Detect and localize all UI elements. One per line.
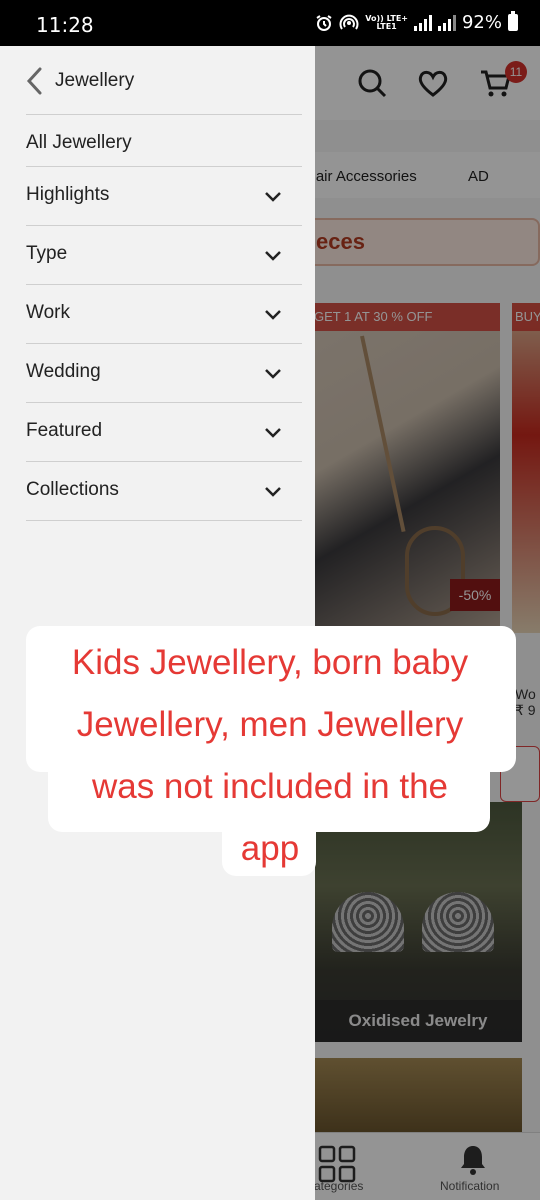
divider (26, 461, 302, 462)
chevron-down-icon (265, 310, 281, 320)
status-bar: 11:28 Vo)) LTE+ LTE1 92% (0, 0, 540, 46)
menu-item-label: All Jewellery (26, 132, 132, 153)
chevron-down-icon (265, 251, 281, 261)
menu-item-work[interactable]: Work (0, 286, 315, 344)
drawer-title: Jewellery (55, 70, 135, 91)
navigation-drawer: Jewellery All Jewellery Highlights Type … (0, 46, 315, 1200)
chevron-down-icon (265, 192, 281, 202)
chevron-down-icon (265, 487, 281, 497)
menu-item-label: Type (26, 243, 68, 264)
status-icons: Vo)) LTE+ LTE1 92% (315, 11, 518, 33)
menu-item-wedding[interactable]: Wedding (0, 345, 315, 403)
menu-item-label: Work (26, 302, 70, 323)
menu-item-collections[interactable]: Collections (0, 463, 315, 521)
chevron-down-icon (265, 369, 281, 379)
signal-icon-1 (413, 14, 432, 31)
divider (26, 284, 302, 285)
menu-item-label: Collections (26, 479, 119, 500)
divider (26, 520, 302, 521)
signal-icon-2 (437, 14, 456, 31)
volte-label: Vo)) LTE+ LTE1 (365, 13, 408, 31)
divider (26, 166, 302, 167)
menu-item-label: Wedding (26, 361, 101, 382)
annotation-line-3: was not included in the (91, 767, 449, 806)
menu-item-label: Highlights (26, 184, 110, 205)
menu-item-highlights[interactable]: Highlights (0, 168, 315, 226)
annotation-line-4: app (240, 829, 300, 868)
divider (26, 343, 302, 344)
status-time: 11:28 (36, 13, 94, 37)
menu-item-label: Featured (26, 420, 103, 441)
chevron-down-icon (265, 428, 281, 438)
menu-item-featured[interactable]: Featured (0, 404, 315, 462)
drawer-header: Jewellery (0, 46, 315, 114)
back-icon[interactable] (24, 66, 46, 96)
divider (26, 402, 302, 403)
battery-percent: 92% (461, 12, 502, 33)
menu-item-type[interactable]: Type (0, 227, 315, 285)
divider (26, 225, 302, 226)
divider (26, 114, 302, 115)
annotation-line-1: Kids Jewellery, born baby (71, 643, 469, 682)
hotspot-icon (339, 14, 359, 30)
annotation-line-2: Jewellery, men Jewellery (76, 705, 464, 744)
battery-icon (508, 11, 518, 31)
alarm-icon (316, 14, 332, 31)
